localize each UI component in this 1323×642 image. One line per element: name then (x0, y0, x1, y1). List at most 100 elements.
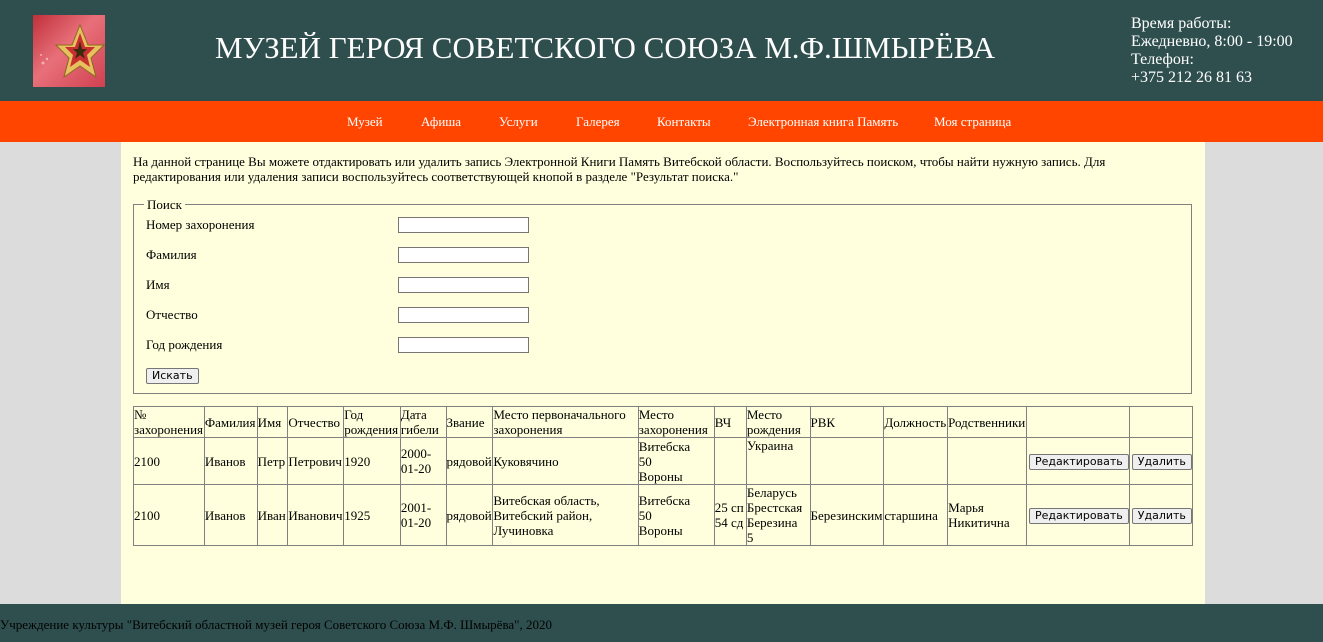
phone-label: Телефон: (1131, 51, 1194, 68)
nav-item-memory-book[interactable]: Электронная книга Память (748, 114, 898, 130)
cell-surname: Иванов (203, 484, 258, 546)
cell-surname: Иванов (203, 437, 258, 485)
column-header: Отчество (287, 406, 345, 438)
column-header: № захоронения (133, 406, 205, 438)
patronymic-input[interactable] (398, 307, 529, 323)
table-row: 2100 Иванов Иван Иванович 1925 2001-01-2… (133, 484, 1194, 546)
column-header: Место первоначального захоронения (492, 406, 639, 438)
cell-relatives (947, 437, 1027, 485)
column-header: Родственники (947, 406, 1027, 438)
burial-place-line: Витебска (638, 438, 691, 454)
cell-rank: рядовой (445, 484, 494, 546)
column-header: Место захоронения (637, 406, 715, 438)
cell-delete: Удалить (1128, 484, 1194, 546)
birth-place-line: Беларусь (746, 485, 797, 500)
cell-birth-place: Украина (745, 437, 811, 485)
birth-place-line: Украина (746, 438, 794, 453)
cell-original-burial: Витебская область, Витебский район, Лучи… (492, 484, 639, 546)
cell-position (883, 437, 949, 485)
cell-birth-place: Беларусь Брестская Березина 5 (745, 484, 811, 546)
nav-item-museum[interactable]: Музей (347, 114, 383, 130)
cell-edit: Редактировать (1025, 437, 1130, 485)
cell-delete: Удалить (1128, 437, 1194, 485)
nav-item-gallery[interactable]: Галерея (576, 114, 620, 130)
name-label: Имя (146, 277, 170, 292)
cell-rvk (809, 437, 885, 485)
surname-label: Фамилия (146, 247, 197, 262)
search-fieldset: Поиск Номер захоронения Фамилия Имя Отче… (133, 197, 1192, 394)
burial-place-line: Витебска (638, 492, 691, 508)
cell-edit: Редактировать (1025, 484, 1130, 546)
results-table: № захоронения Фамилия Имя Отчество Год р… (133, 406, 1194, 546)
search-button[interactable]: Искать (146, 368, 199, 384)
table-header-row: № захоронения Фамилия Имя Отчество Год р… (133, 406, 1194, 438)
column-header: Должность (883, 406, 949, 438)
site-footer: Учреждение культуры "Витебский областной… (0, 604, 1323, 642)
intro-text: На данной странице Вы можете отдактирова… (133, 154, 1106, 184)
unit-line: 54 сд (714, 515, 744, 530)
cell-burial-number: 2100 (133, 484, 205, 546)
column-header: ВЧ (713, 406, 747, 438)
main-nav: Музей Афиша Услуги Галерея Контакты Элек… (0, 101, 1323, 142)
edit-button[interactable]: Редактировать (1028, 453, 1129, 470)
column-header: Год рождения (343, 406, 401, 438)
main-content: На данной странице Вы можете отдактирова… (121, 142, 1205, 604)
birth-year-input[interactable] (398, 337, 529, 353)
nav-item-my-page[interactable]: Моя страница (934, 114, 1011, 130)
column-header: РВК (809, 406, 885, 438)
cell-patronymic: Иванович (287, 484, 345, 546)
birth-place-line: Брестская (746, 500, 803, 515)
footer-text: Учреждение культуры "Витебский областной… (0, 617, 552, 632)
burial-place-line: 50 (638, 507, 652, 523)
name-input[interactable] (398, 277, 529, 293)
burial-number-input[interactable] (398, 217, 529, 233)
cell-death-date: 2001-01-20 (399, 484, 447, 546)
star-medal-icon[interactable] (33, 15, 105, 87)
cell-rvk: Березинским (809, 484, 885, 546)
birth-place-line: 5 (746, 530, 754, 545)
cell-death-date: 2000-01-20 (399, 437, 447, 485)
cell-burial-number: 2100 (133, 437, 205, 485)
nav-item-services[interactable]: Услуги (499, 114, 538, 130)
column-header: Звание (445, 406, 494, 438)
column-header: Имя (256, 406, 289, 438)
phone-value: +375 212 26 81 63 (1131, 69, 1253, 86)
surname-input[interactable] (398, 247, 529, 263)
nav-item-afisha[interactable]: Афиша (421, 114, 461, 130)
column-header (1025, 406, 1130, 438)
cell-unit: 25 сп 54 сд (713, 484, 747, 546)
column-header: Место рождения (745, 406, 811, 438)
cell-burial-place: Витебска 50 Вороны (637, 484, 715, 546)
birth-place-line: Березина (746, 515, 798, 530)
site-header: МУЗЕЙ ГЕРОЯ СОВЕТСКОГО СОЮЗА М.Ф.ШМЫРЁВА… (0, 0, 1323, 101)
opening-hours: Время работы: Ежедневно, 8:00 - 19:00 Те… (1131, 15, 1293, 87)
burial-number-label: Номер захоронения (146, 217, 255, 232)
cell-name: Петр (256, 437, 289, 485)
delete-button[interactable]: Удалить (1131, 453, 1192, 470)
cell-name: Иван (256, 484, 289, 546)
cell-burial-place: Витебска 50 Вороны (637, 437, 715, 485)
burial-place-line: Вороны (638, 522, 683, 538)
table-row: 2100 Иванов Петр Петрович 1920 2000-01-2… (133, 437, 1194, 485)
patronymic-label: Отчество (146, 307, 198, 322)
hours-label: Время работы: (1131, 15, 1232, 32)
delete-button[interactable]: Удалить (1131, 507, 1192, 524)
column-header: Фамилия (203, 406, 258, 438)
cell-patronymic: Петрович (287, 437, 345, 485)
burial-place-line: 50 (638, 453, 652, 469)
search-legend: Поиск (144, 197, 185, 213)
cell-relatives: Марья Никитична (947, 484, 1027, 546)
edit-button[interactable]: Редактировать (1028, 507, 1129, 524)
site-title: МУЗЕЙ ГЕРОЯ СОВЕТСКОГО СОЮЗА М.Ф.ШМЫРЁВА (215, 30, 995, 65)
cell-rank: рядовой (445, 437, 494, 485)
column-header (1128, 406, 1194, 438)
cell-unit (713, 437, 747, 485)
unit-line: 25 сп (714, 500, 744, 515)
nav-item-contacts[interactable]: Контакты (657, 114, 711, 130)
birth-year-label: Год рождения (146, 337, 223, 352)
burial-place-line: Вороны (638, 468, 683, 484)
cell-birth-year: 1920 (343, 437, 401, 485)
column-header: Дата гибели (399, 406, 447, 438)
cell-original-burial: Куковячино (492, 437, 639, 485)
hours-value: Ежедневно, 8:00 - 19:00 (1131, 33, 1293, 50)
